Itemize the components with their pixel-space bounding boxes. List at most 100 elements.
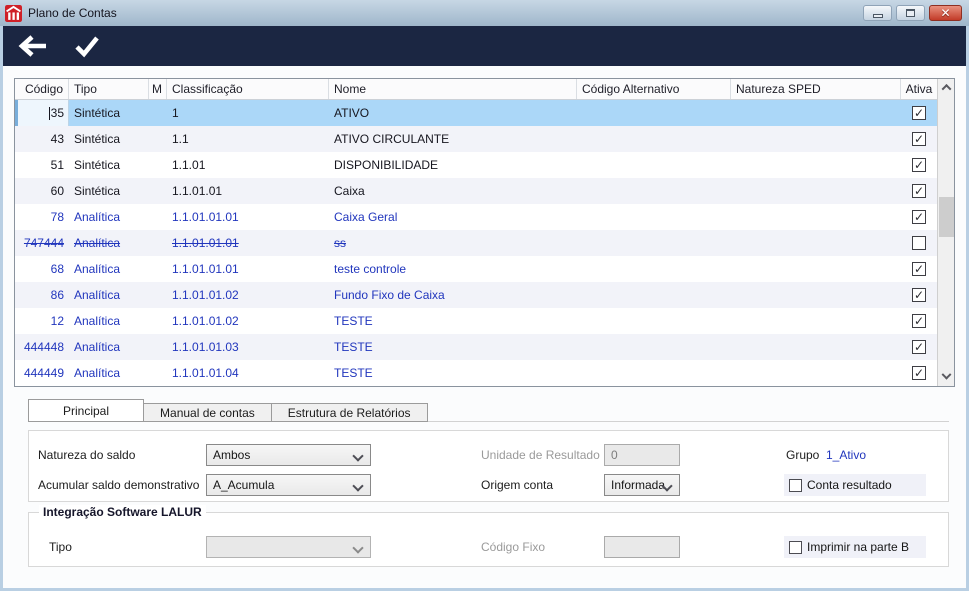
- cell-codigo-alternativo[interactable]: [577, 256, 731, 282]
- cell-natureza-sped[interactable]: [731, 152, 901, 178]
- cell-tipo[interactable]: Analítica: [69, 256, 149, 282]
- cell-nome[interactable]: ss: [329, 230, 577, 256]
- cell-tipo[interactable]: Analítica: [69, 360, 149, 386]
- cell-codigo-alternativo[interactable]: [577, 126, 731, 152]
- acumular-saldo-select[interactable]: A_Acumula: [206, 474, 371, 496]
- cell-nome[interactable]: teste controle: [329, 256, 577, 282]
- cell-codigo[interactable]: 78: [15, 204, 69, 230]
- table-row[interactable]: 51 Sintética 1.1.01 DISPONIBILIDADE: [15, 152, 937, 178]
- cell-classificacao[interactable]: 1.1.01.01.02: [167, 308, 329, 334]
- grupo-value[interactable]: 1_Ativo: [826, 444, 866, 466]
- cell-nome[interactable]: Fundo Fixo de Caixa: [329, 282, 577, 308]
- cell-classificacao[interactable]: 1.1.01.01.01: [167, 230, 329, 256]
- cell-codigo[interactable]: 444448: [15, 334, 69, 360]
- column-header-ativa[interactable]: Ativa: [901, 79, 937, 99]
- vertical-scrollbar[interactable]: [937, 79, 954, 386]
- cell-classificacao[interactable]: 1.1.01.01.02: [167, 282, 329, 308]
- cell-codigo[interactable]: 43: [15, 126, 69, 152]
- cell-codigo[interactable]: 68: [15, 256, 69, 282]
- column-header-codigo[interactable]: Código: [15, 79, 69, 99]
- cell-classificacao[interactable]: 1.1.01.01: [167, 178, 329, 204]
- column-header-nome[interactable]: Nome: [329, 79, 577, 99]
- table-row[interactable]: 12 Analítica 1.1.01.01.02 TESTE: [15, 308, 937, 334]
- unidade-de-resultado-input[interactable]: 0: [604, 444, 680, 466]
- cell-codigo-alternativo[interactable]: [577, 308, 731, 334]
- tab-principal[interactable]: Principal: [28, 399, 145, 422]
- table-row[interactable]: 444448 Analítica 1.1.01.01.03 TESTE: [15, 334, 937, 360]
- cell-natureza-sped[interactable]: [731, 334, 901, 360]
- cell-codigo-alternativo[interactable]: [577, 360, 731, 386]
- cell-classificacao[interactable]: 1.1.01.01.03: [167, 334, 329, 360]
- cell-nome[interactable]: ATIVO CIRCULANTE: [329, 126, 577, 152]
- cell-m[interactable]: [149, 100, 167, 126]
- cell-nome[interactable]: TESTE: [329, 334, 577, 360]
- column-header-tipo[interactable]: Tipo: [69, 79, 149, 99]
- cell-natureza-sped[interactable]: [731, 204, 901, 230]
- cell-tipo[interactable]: Sintética: [69, 178, 149, 204]
- cell-classificacao[interactable]: 1: [167, 100, 329, 126]
- origem-conta-select[interactable]: Informada: [604, 474, 680, 496]
- ativa-checkbox[interactable]: [912, 184, 926, 198]
- cell-nome[interactable]: Caixa Geral: [329, 204, 577, 230]
- column-header-natureza-sped[interactable]: Natureza SPED: [731, 79, 901, 99]
- table-row[interactable]: 60 Sintética 1.1.01.01 Caixa: [15, 178, 937, 204]
- cell-tipo[interactable]: Analítica: [69, 230, 149, 256]
- cell-natureza-sped[interactable]: [731, 126, 901, 152]
- cell-tipo[interactable]: Analítica: [69, 308, 149, 334]
- cell-m[interactable]: [149, 178, 167, 204]
- cell-codigo-alternativo[interactable]: [577, 152, 731, 178]
- table-row[interactable]: 68 Analítica 1.1.01.01.01 teste controle: [15, 256, 937, 282]
- back-button[interactable]: [16, 31, 50, 61]
- scroll-up-button[interactable]: [938, 79, 955, 96]
- cell-codigo-alternativo[interactable]: [577, 334, 731, 360]
- cell-natureza-sped[interactable]: [731, 282, 901, 308]
- cell-m[interactable]: [149, 282, 167, 308]
- cell-natureza-sped[interactable]: [731, 178, 901, 204]
- cell-natureza-sped[interactable]: [731, 308, 901, 334]
- ativa-checkbox[interactable]: [912, 314, 926, 328]
- ativa-checkbox[interactable]: [912, 132, 926, 146]
- table-row[interactable]: 86 Analítica 1.1.01.01.02 Fundo Fixo de …: [15, 282, 937, 308]
- cell-classificacao[interactable]: 1.1.01.01.01: [167, 204, 329, 230]
- cell-codigo[interactable]: 444449: [15, 360, 69, 386]
- cell-tipo[interactable]: Sintética: [69, 126, 149, 152]
- cell-m[interactable]: [149, 256, 167, 282]
- cell-tipo[interactable]: Sintética: [69, 152, 149, 178]
- cell-natureza-sped[interactable]: [731, 100, 901, 126]
- cell-codigo[interactable]: 86: [15, 282, 69, 308]
- cell-codigo[interactable]: 35: [15, 100, 69, 126]
- cell-m[interactable]: [149, 204, 167, 230]
- table-row[interactable]: 78 Analítica 1.1.01.01.01 Caixa Geral: [15, 204, 937, 230]
- cell-m[interactable]: [149, 334, 167, 360]
- tab-manual-de-contas[interactable]: Manual de contas: [144, 403, 272, 422]
- ativa-checkbox[interactable]: [912, 158, 926, 172]
- imprimir-parte-b-checkbox[interactable]: [789, 540, 802, 554]
- cell-m[interactable]: [149, 360, 167, 386]
- cell-m[interactable]: [149, 230, 167, 256]
- cell-nome[interactable]: DISPONIBILIDADE: [329, 152, 577, 178]
- lalur-tipo-select[interactable]: [206, 536, 371, 558]
- cell-tipo[interactable]: Sintética: [69, 100, 149, 126]
- scroll-down-button[interactable]: [938, 369, 955, 386]
- cell-codigo-alternativo[interactable]: [577, 204, 731, 230]
- ativa-checkbox[interactable]: [912, 262, 926, 276]
- cell-nome[interactable]: Caixa: [329, 178, 577, 204]
- cell-codigo[interactable]: 51: [15, 152, 69, 178]
- cell-tipo[interactable]: Analítica: [69, 334, 149, 360]
- cell-natureza-sped[interactable]: [731, 230, 901, 256]
- column-header-m[interactable]: M: [149, 79, 167, 99]
- cell-m[interactable]: [149, 308, 167, 334]
- ativa-checkbox[interactable]: [912, 366, 926, 380]
- ativa-checkbox[interactable]: [912, 210, 926, 224]
- confirm-button[interactable]: [70, 31, 104, 61]
- cell-natureza-sped[interactable]: [731, 256, 901, 282]
- ativa-checkbox[interactable]: [912, 106, 926, 120]
- cell-nome[interactable]: TESTE: [329, 360, 577, 386]
- table-row[interactable]: 747444 Analítica 1.1.01.01.01 ss: [15, 230, 937, 256]
- cell-tipo[interactable]: Analítica: [69, 204, 149, 230]
- codigo-fixo-input[interactable]: [604, 536, 680, 558]
- cell-codigo-alternativo[interactable]: [577, 178, 731, 204]
- cell-m[interactable]: [149, 126, 167, 152]
- close-button[interactable]: ✕: [929, 5, 962, 21]
- table-row[interactable]: 43 Sintética 1.1 ATIVO CIRCULANTE: [15, 126, 937, 152]
